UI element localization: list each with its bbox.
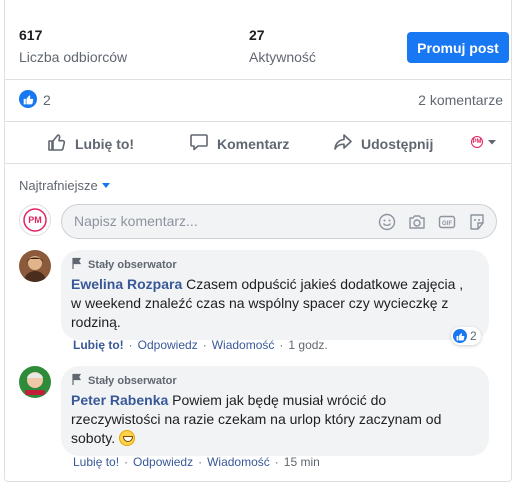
comment-button[interactable]: Komentarz	[189, 132, 289, 155]
comment-composer: GIF	[61, 204, 497, 239]
badge-label: Stały obserwator	[88, 374, 177, 387]
top-fan-badge: Stały obserwator	[71, 373, 477, 388]
svg-text:PM: PM	[28, 215, 42, 225]
page-logo-icon: PM	[23, 208, 47, 232]
gif-icon[interactable]: GIF	[438, 213, 456, 231]
reaction-count[interactable]: 2	[43, 92, 51, 108]
comment-message-link[interactable]: Wiadomość	[212, 338, 275, 352]
page-avatar[interactable]: PM	[19, 204, 51, 236]
comments-count-link[interactable]: 2 komentarze	[418, 92, 503, 108]
comment-timestamp[interactable]: 15 min	[284, 455, 320, 469]
chevron-down-icon	[487, 134, 497, 150]
svg-text:GIF: GIF	[442, 221, 452, 227]
page-logo-icon: PM	[471, 136, 483, 148]
comment-timestamp[interactable]: 1 godz.	[288, 338, 327, 352]
engagement-stat[interactable]: 27 Aktywność	[249, 27, 316, 65]
thumbs-up-icon	[47, 132, 67, 155]
post-actions-bar: Lubię to! Komentarz Udostępnij PM	[5, 122, 511, 164]
flag-icon	[71, 257, 83, 272]
badge-label: Stały obserwator	[88, 258, 177, 271]
comment-text: Peter Rabenka Powiem jak będę musiał wró…	[71, 391, 477, 448]
speech-bubble-icon	[189, 132, 209, 155]
share-button-label: Udostępnij	[361, 135, 434, 152]
sort-label: Najtrafniejsze	[19, 178, 98, 193]
share-button[interactable]: Udostępnij	[333, 132, 433, 155]
emoji-icon[interactable]	[378, 213, 396, 231]
flag-icon	[71, 373, 83, 388]
comment-author-link[interactable]: Ewelina Rozpara	[71, 276, 182, 292]
reach-value: 617	[19, 27, 43, 43]
post-as-page-selector[interactable]: PM	[471, 134, 497, 150]
reach-label: Liczba odbiorców	[19, 49, 128, 65]
like-button-label: Lubię to!	[75, 135, 135, 152]
comment-reaction-count[interactable]: 2	[451, 327, 481, 345]
engagement-label: Aktywność	[249, 49, 316, 65]
share-arrow-icon	[333, 132, 353, 155]
comment-bubble: Stały obserwator Ewelina Rozpara Czasem …	[61, 250, 489, 340]
like-button[interactable]: Lubię to!	[47, 132, 134, 155]
comment-message-link[interactable]: Wiadomość	[207, 455, 270, 469]
comment-button-label: Komentarz	[217, 135, 290, 152]
promote-post-button[interactable]: Promuj post	[407, 32, 509, 63]
comment-author-link[interactable]: Peter Rabenka	[71, 392, 168, 408]
composer-icons: GIF	[378, 213, 486, 231]
comment-input[interactable]	[74, 213, 374, 229]
comment-reply-link[interactable]: Odpowiedz	[138, 338, 198, 352]
comment-actions: Lubię to! · Odpowiedz · Wiadomość · 1 go…	[73, 338, 328, 352]
comment-like-link[interactable]: Lubię to!	[73, 455, 119, 469]
reach-stat[interactable]: 617 Liczba odbiorców	[19, 27, 127, 65]
commenter-avatar[interactable]	[19, 250, 51, 282]
like-reaction-icon[interactable]	[19, 90, 37, 108]
post-stats-bar: 617 Liczba odbiorców 27 Aktywność Promuj…	[5, 0, 511, 80]
camera-icon[interactable]	[408, 213, 426, 231]
reactions-summary: 2 2 komentarze	[5, 80, 511, 122]
comment-text: Ewelina Rozpara Czasem odpuścić jakieś d…	[71, 275, 477, 332]
post-card: 617 Liczba odbiorców 27 Aktywność Promuj…	[4, 0, 512, 482]
engagement-value: 27	[249, 27, 265, 43]
top-fan-badge: Stały obserwator	[71, 257, 477, 272]
comment-bubble: Stały obserwator Peter Rabenka Powiem ja…	[61, 366, 489, 456]
sticker-icon[interactable]	[468, 213, 486, 231]
like-reaction-icon	[453, 329, 467, 343]
commenter-avatar[interactable]	[19, 366, 51, 398]
comment-like-link[interactable]: Lubię to!	[73, 338, 124, 352]
comment-reply-link[interactable]: Odpowiedz	[133, 455, 193, 469]
comment-sort-dropdown[interactable]: Najtrafniejsze	[19, 178, 110, 193]
grinning-emoji-icon	[119, 430, 135, 446]
reaction-count-value: 2	[470, 329, 477, 343]
caret-down-icon	[101, 183, 110, 188]
comment-actions: Lubię to! · Odpowiedz · Wiadomość · 15 m…	[73, 455, 320, 469]
